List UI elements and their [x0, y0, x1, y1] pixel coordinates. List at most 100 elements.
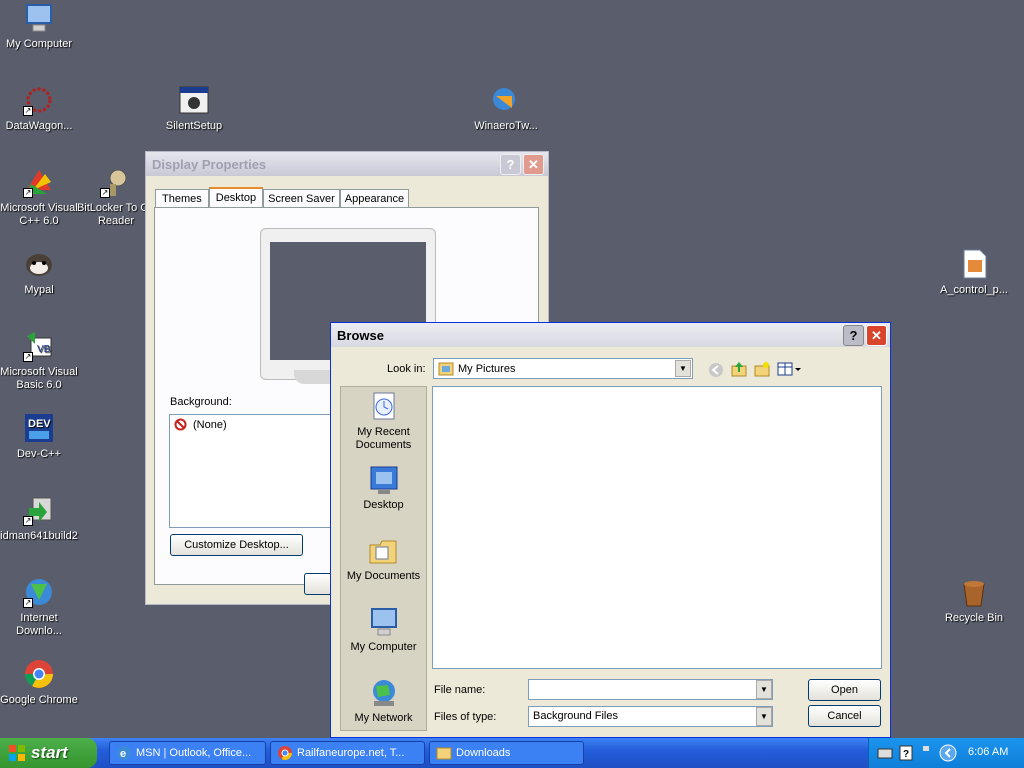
tab-desktop[interactable]: Desktop — [208, 187, 264, 208]
up-folder-icon[interactable] — [731, 361, 747, 377]
desktop-icon-silentsetup[interactable]: SilentSetup — [154, 84, 234, 133]
taskbar-item-label: Railfaneurope.net, T... — [297, 747, 405, 759]
back-icon[interactable] — [708, 362, 724, 378]
desktop-icon-control-panel-file[interactable]: A_control_p... — [933, 248, 1015, 297]
svg-text:?: ? — [903, 749, 909, 760]
silentsetup-icon — [178, 84, 210, 116]
datawagon-icon: ↗ — [23, 84, 55, 116]
help-button[interactable]: ? — [843, 325, 864, 346]
recent-documents-icon — [373, 392, 394, 420]
views-menu-icon[interactable] — [777, 361, 803, 377]
desktop-icon-label: Internet Downlo... — [16, 612, 62, 637]
desktop-icon-label: Recycle Bin — [944, 612, 1004, 624]
desktop-icon-label: WinaeroTw... — [474, 120, 538, 132]
desktop-icon-winaero[interactable]: WinaeroTw... — [466, 84, 546, 133]
desktop-icon-label: Microsoft Visual C++ 6.0 — [0, 202, 78, 227]
file-list-view[interactable] — [432, 386, 882, 669]
place-label: My Recent Documents — [355, 426, 412, 451]
place-label: Desktop — [363, 499, 404, 511]
desktop-icon-mypal[interactable]: Mypal — [0, 248, 79, 297]
system-tray: ? 6:06 AM — [868, 738, 1024, 768]
look-in-value: My Pictures — [458, 362, 516, 375]
look-in-label: Look in: — [387, 363, 426, 375]
tab-themes[interactable]: Themes — [155, 189, 209, 208]
pictures-folder-icon — [438, 362, 454, 375]
my-computer-icon — [23, 2, 55, 34]
desktop-icon-bitlocker[interactable]: ↗ BitLocker To Go Reader — [76, 166, 156, 228]
recycle-bin-icon — [958, 576, 990, 608]
open-button[interactable]: Open — [808, 679, 881, 701]
my-computer-icon — [370, 608, 397, 636]
look-in-dropdown[interactable]: My Pictures ▼ — [433, 358, 693, 379]
chevron-down-icon[interactable]: ▼ — [756, 680, 772, 699]
desktop-icon-label: Google Chrome — [0, 694, 78, 706]
desktop-icon-label: SilentSetup — [165, 120, 223, 132]
desktop-icon-label: Dev-C++ — [16, 448, 62, 460]
desktop-icon-devcpp[interactable]: DEV Dev-C++ — [0, 412, 79, 461]
window-title: Browse — [337, 327, 384, 343]
taskbar-item-label: Downloads — [456, 747, 511, 759]
place-label: My Network — [354, 712, 413, 724]
internet-download-icon: ↗ — [23, 576, 55, 608]
chevron-left-icon[interactable] — [939, 744, 957, 762]
taskbar-item-msn[interactable]: e MSN | Outlook, Office... — [109, 741, 266, 765]
desktop-icon-idman[interactable]: ↗ idman641build2 — [0, 494, 79, 543]
place-my-network[interactable]: My Network — [341, 677, 426, 724]
help-button[interactable]: ? — [500, 154, 521, 175]
mypal-icon — [23, 248, 55, 280]
clock: 6:06 AM — [968, 746, 1009, 758]
desktop-icon-label: My Computer — [5, 38, 73, 50]
start-label: start — [31, 743, 68, 762]
close-button[interactable]: ✕ — [523, 154, 544, 175]
start-button[interactable]: start — [0, 738, 97, 768]
chevron-down-icon[interactable]: ▼ — [756, 707, 772, 726]
desktop-icon-label: idman641build2 — [0, 530, 78, 542]
background-label: Background: — [170, 396, 232, 408]
files-of-type-value: Background Files — [533, 710, 618, 722]
tab-appearance[interactable]: Appearance — [339, 189, 410, 208]
my-documents-icon — [369, 540, 396, 564]
visual-cpp-icon: ↗ — [23, 166, 55, 198]
new-folder-icon[interactable] — [754, 361, 770, 377]
winaero-icon — [490, 84, 522, 116]
desktop-icon-datawagon[interactable]: ↗ DataWagon... — [0, 84, 79, 133]
taskbar-item-railfaneurope[interactable]: Railfaneurope.net, T... — [270, 741, 425, 765]
desktop-icon-visual-cpp[interactable]: ↗ Microsoft Visual C++ 6.0 — [0, 166, 79, 228]
desktop-icon-label: A_control_p... — [940, 284, 1008, 296]
desktop-icon-chrome[interactable]: Google Chrome — [0, 658, 79, 707]
files-of-type-label: Files of type: — [434, 711, 497, 723]
desktop-icon-label: BitLocker To Go Reader — [76, 202, 156, 227]
ie-icon: e — [117, 746, 131, 760]
background-list[interactable]: (None) — [169, 414, 339, 528]
place-my-recent-documents[interactable]: My Recent Documents — [341, 391, 426, 452]
background-list-item[interactable]: (None) — [170, 415, 338, 434]
window-title: Display Properties — [152, 156, 267, 172]
place-desktop[interactable]: Desktop — [341, 464, 426, 511]
help-tray-icon[interactable]: ? — [899, 745, 913, 761]
chevron-down-icon[interactable]: ▼ — [675, 360, 691, 377]
folder-icon — [436, 747, 452, 760]
desktop-icon-recycle-bin[interactable]: Recycle Bin — [934, 576, 1014, 625]
place-my-computer[interactable]: My Computer — [341, 606, 426, 653]
desktop-icon-label: Mypal — [24, 284, 54, 296]
desktop-icon-visual-basic[interactable]: VB ↗ Microsoft Visual Basic 6.0 — [0, 330, 79, 392]
tray-extra-icon[interactable] — [921, 744, 931, 762]
desktop-icon-internet-download[interactable]: ↗ Internet Downlo... — [0, 576, 79, 638]
browse-dialog: Browse ? ✕ Look in: My Pictures ▼ My Rec… — [330, 322, 891, 738]
place-my-documents[interactable]: My Documents — [341, 535, 426, 582]
customize-desktop-button[interactable]: Customize Desktop... — [170, 534, 303, 556]
close-button[interactable]: ✕ — [866, 325, 887, 346]
place-label: My Computer — [350, 641, 417, 653]
keyboard-icon[interactable] — [877, 746, 893, 760]
file-name-input[interactable] — [528, 679, 773, 700]
desktop-icon-my-computer[interactable]: My Computer — [0, 2, 79, 51]
taskbar-item-downloads[interactable]: Downloads — [429, 741, 584, 765]
files-of-type-select[interactable]: Background Files — [528, 706, 773, 727]
tab-screen-saver[interactable]: Screen Saver — [263, 189, 340, 208]
cancel-button[interactable]: Cancel — [808, 705, 881, 727]
background-item-label: (None) — [193, 418, 227, 431]
svg-text:DEV: DEV — [28, 418, 51, 430]
display-properties-titlebar: Display Properties — [146, 152, 548, 176]
visual-basic-icon: VB ↗ — [23, 330, 55, 362]
desktop-icon-label: Microsoft Visual Basic 6.0 — [0, 366, 78, 391]
